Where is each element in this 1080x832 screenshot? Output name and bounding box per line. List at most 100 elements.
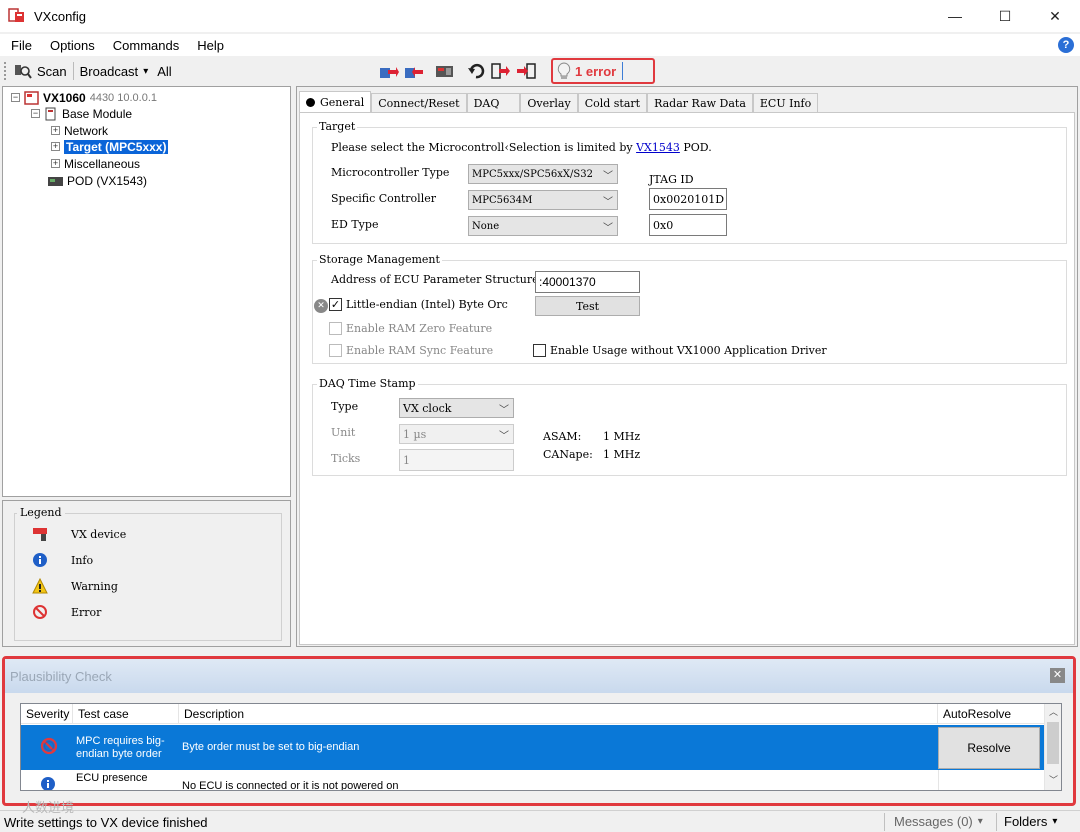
menu-file[interactable]: File [4,38,39,53]
collapse-icon[interactable]: − [11,93,20,102]
tree-item-pod[interactable]: POD (VX1543) [47,172,147,189]
device-icon[interactable] [434,61,456,81]
toolbar-actions [378,61,540,81]
tree-item-target[interactable]: + Target (MPC5xxx) [51,138,169,155]
description-cell: Byte order must be set to big-endian [182,741,360,753]
tab-overlay[interactable]: Overlay [520,93,578,113]
plausibility-grid: Severity Test case Description AutoResol… [20,703,1062,791]
address-field[interactable]: :40001370 [535,271,640,293]
storage-group-title: Storage Management [317,253,442,266]
daq-ticks-field[interactable]: 1 [399,449,514,471]
lightbulb-icon [557,62,571,79]
vx1543-link[interactable]: VX1543 [636,141,680,154]
tab-connect-reset[interactable]: Connect/Reset [371,93,467,113]
resolve-button[interactable]: Resolve [938,727,1040,769]
menu-commands[interactable]: Commands [106,38,186,53]
pin-icon[interactable]: ✕ [314,299,328,313]
chevron-down-icon: ▾ [1052,816,1058,827]
tab-ecu-info[interactable]: ECU Info [752,93,819,113]
little-endian-checkbox[interactable]: ✓ Little-endian (Intel) Byte Orc [329,298,508,311]
export-icon[interactable] [490,61,512,81]
mc-type-select[interactable]: MPC5xxx/SPC56xX/S32 ﹀ [468,164,618,184]
menu-options[interactable]: Options [43,38,102,53]
device-meta: 4430 10.0.0.1 [89,91,157,104]
info-icon [31,551,49,569]
cell-divider [938,770,939,790]
error-indicator[interactable]: 1 error [551,58,655,84]
tree-item-base-module[interactable]: − Base Module [31,105,132,122]
enable-usage-checkbox[interactable]: Enable Usage without VX1000 Application … [533,344,827,357]
tree-item-network[interactable]: + Network [51,122,108,139]
scroll-thumb[interactable] [1047,722,1059,764]
broadcast-label: Broadcast [79,63,139,79]
undo-icon[interactable] [465,61,487,81]
close-icon[interactable]: ✕ [1050,668,1065,683]
scrollbar[interactable]: ︿ ﹀ [1044,704,1061,790]
settings-panel: General Connect/Reset DAQ Overlay Cold s… [296,86,1078,647]
ram-zero-checkbox[interactable]: Enable RAM Zero Feature [329,322,492,335]
toolbar-separator [72,62,74,80]
read-settings-icon[interactable] [403,61,425,81]
grid-header: Severity Test case Description AutoResol… [21,704,1045,724]
checkbox-unchecked [533,344,546,357]
chevron-down-icon: ▾ [143,65,149,77]
tab-daq[interactable]: DAQ [466,93,521,113]
specific-controller-select[interactable]: MPC5634M ﹀ [468,190,618,210]
jtag-id-field[interactable]: 0x0020101D [649,188,727,210]
tab-cold-start[interactable]: Cold start [577,93,648,113]
tree-item-misc[interactable]: + Miscellaneous [51,155,140,172]
messages-dropdown[interactable]: Messages (0) ▾ [894,814,983,829]
status-separator [996,813,997,831]
expand-icon[interactable]: + [51,126,60,135]
collapse-icon[interactable]: − [31,109,40,118]
col-autoresolve[interactable]: AutoResolve [938,704,1045,724]
scroll-down-icon[interactable]: ﹀ [1045,772,1061,789]
col-test-case[interactable]: Test case [73,704,179,724]
checkbox-unchecked [329,322,342,335]
menu-help[interactable]: Help [190,38,231,53]
app-icon [8,8,26,24]
daq-unit-value: 1 µs [403,427,427,441]
table-row[interactable]: MPC requires big-endian byte order Byte … [21,725,1045,770]
all-label[interactable]: All [157,64,171,79]
broadcast-dropdown[interactable]: Broadcast ▾ [80,64,149,79]
legend-title: Legend [17,506,65,519]
col-severity[interactable]: Severity [21,704,73,724]
messages-label: Messages (0) [894,814,973,829]
import-icon[interactable] [515,61,537,81]
status-message: Write settings to VX device finished [4,815,208,830]
ed-id-field[interactable]: 0x0 [649,214,727,236]
error-count: 1 error [575,63,617,79]
ram-sync-checkbox[interactable]: Enable RAM Sync Feature [329,344,493,357]
col-description[interactable]: Description [179,704,938,724]
close-button[interactable]: ✕ [1030,0,1080,32]
daq-type-value: VX clock [403,401,452,415]
expand-icon[interactable]: + [51,142,60,151]
maximize-button[interactable]: ☐ [980,0,1030,32]
expand-icon[interactable]: + [51,159,60,168]
scroll-up-icon[interactable]: ︿ [1045,704,1061,721]
network-label: Network [64,123,109,138]
tab-general[interactable]: General [299,91,372,113]
ram-sync-label: Enable RAM Sync Feature [346,344,494,357]
minimize-button[interactable]: — [930,0,980,32]
folders-dropdown[interactable]: Folders ▾ [1004,814,1057,829]
daq-type-select[interactable]: VX clock ﹀ [399,398,514,418]
asam-label: ASAM: [543,430,582,443]
ed-type-value: None [472,220,500,232]
tree-item-vx1060[interactable]: − VX1060 4430 10.0.0.1 [11,89,157,106]
chevron-down-icon: ﹀ [603,197,613,208]
table-row[interactable]: ECU presence check No ECU is connected o… [21,770,1045,790]
menu-bar: File Options Commands Help ? [0,34,1080,56]
scan-button[interactable]: Scan [13,62,67,80]
ed-type-select[interactable]: None ﹀ [468,216,618,236]
help-icon[interactable]: ? [1058,37,1074,53]
daq-group: DAQ Time Stamp Type VX clock ﹀ Unit 1 µs… [312,377,1067,476]
pod-label: POD (VX1543) [67,173,148,188]
tab-radar-raw-data[interactable]: Radar Raw Data [647,93,753,113]
title-bar: VXconfig — ☐ ✕ [0,0,1080,32]
test-button[interactable]: Test [535,296,640,316]
write-settings-icon[interactable] [378,61,400,81]
daq-unit-select[interactable]: 1 µs ﹀ [399,424,514,444]
ram-zero-label: Enable RAM Zero Feature [346,322,493,335]
